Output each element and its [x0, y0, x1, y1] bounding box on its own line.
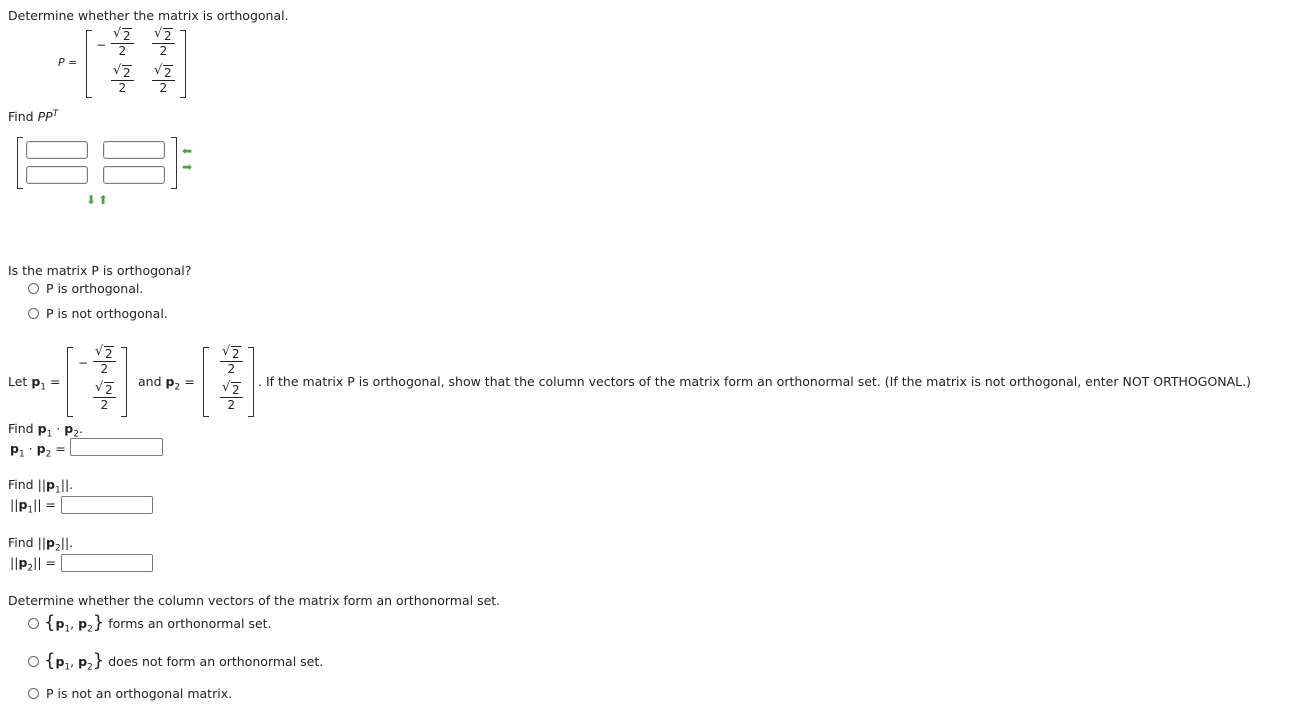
radio-p-not-orthogonal-matrix[interactable]: [28, 688, 39, 699]
minus-sign: −: [78, 356, 89, 370]
option-forms-orthonormal-label: {p1, p2} forms an orthonormal set.: [44, 612, 272, 635]
matrix-entry-12: √ 2 2: [152, 27, 175, 57]
and-p2-label: and p2 =: [138, 374, 195, 393]
option-p-not-orthogonal-label: P is not orthogonal.: [46, 306, 168, 321]
find-dot-label: Find p1 · p2.: [8, 421, 83, 440]
p1-entry-1: √ 2 2: [93, 345, 116, 375]
norm-p2-label: ||p2|| =: [10, 555, 57, 574]
p1-entry-2: √ 2 2: [93, 381, 116, 411]
option-p-not-orthogonal-matrix-label: P is not an orthogonal matrix.: [46, 686, 233, 701]
instruction-text: . If the matrix P is orthogonal, show th…: [258, 374, 1251, 389]
p2-entry-1: √ 2 2: [220, 345, 243, 375]
find-norm-p1-label: Find ||p1||.: [8, 477, 74, 496]
remove-column-arrow-icon[interactable]: ⬅: [182, 145, 192, 157]
right-bracket: [171, 137, 177, 189]
ppt-cell-11-input[interactable]: [26, 141, 88, 159]
left-bracket: [86, 30, 92, 98]
orthonormal-prompt: Determine whether the column vectors of …: [8, 593, 501, 608]
left-bracket: [67, 347, 73, 417]
option-not-form-orthonormal-label: {p1, p2} does not form an orthonormal se…: [44, 650, 324, 673]
radio-p-not-orthogonal[interactable]: [28, 308, 39, 319]
matrix-entry-11: √ 2 2: [111, 27, 134, 57]
add-column-arrow-icon[interactable]: ➡: [182, 161, 192, 173]
add-row-arrow-icon[interactable]: ⬇: [86, 194, 96, 206]
radio-not-form-orthonormal[interactable]: [28, 656, 39, 667]
norm-p2-input[interactable]: [61, 554, 153, 572]
matrix-p-label: P =: [58, 56, 78, 69]
dot-product-input[interactable]: [70, 438, 163, 456]
question-prompt: Determine whether the matrix is orthogon…: [8, 8, 289, 23]
right-bracket: [121, 347, 127, 417]
find-ppt-label: Find PPT: [8, 109, 59, 125]
option-p-orthogonal-label: P is orthogonal.: [46, 281, 144, 296]
ppt-cell-21-input[interactable]: [26, 166, 88, 184]
dot-product-label: p1 · p2 =: [10, 441, 66, 460]
orthogonal-question: Is the matrix P is orthogonal?: [8, 263, 192, 278]
right-bracket: [248, 347, 254, 417]
find-norm-p2-label: Find ||p2||.: [8, 535, 74, 554]
norm-p1-input[interactable]: [61, 496, 153, 514]
let-p1-label: Let p1 =: [8, 374, 61, 393]
ppt-cell-12-input[interactable]: [103, 141, 165, 159]
remove-row-arrow-icon[interactable]: ⬆: [98, 194, 108, 206]
left-bracket: [17, 137, 23, 189]
ppt-cell-22-input[interactable]: [103, 166, 165, 184]
minus-sign: −: [96, 38, 107, 52]
p2-entry-2: √ 2 2: [220, 381, 243, 411]
right-bracket: [180, 30, 186, 98]
radio-p-orthogonal[interactable]: [28, 283, 39, 294]
matrix-entry-22: √ 2 2: [152, 64, 175, 94]
radio-forms-orthonormal[interactable]: [28, 618, 39, 629]
norm-p1-label: ||p1|| =: [10, 497, 57, 516]
left-bracket: [203, 347, 209, 417]
matrix-entry-21: √ 2 2: [111, 64, 134, 94]
